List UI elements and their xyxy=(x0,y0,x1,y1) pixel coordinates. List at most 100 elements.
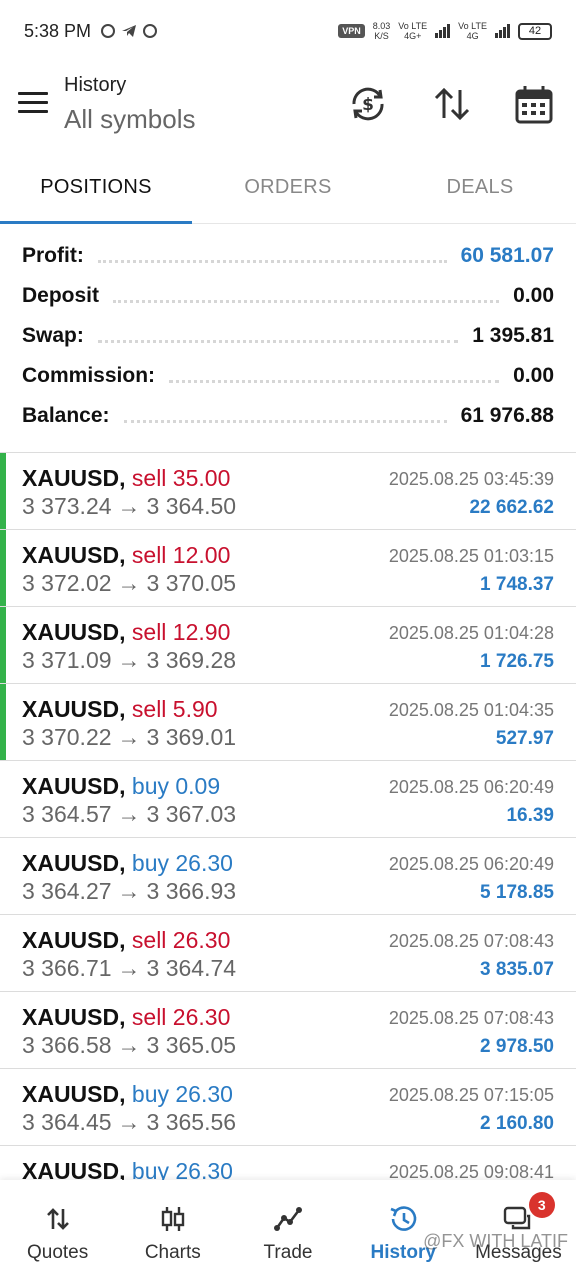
summary-value: 60 581.07 xyxy=(460,244,554,267)
summary-value: 61 976.88 xyxy=(460,404,554,427)
position-row[interactable]: XAUUSD, buy 0.09 3 364.57 → 3 367.03 2025.… xyxy=(0,760,576,837)
position-row[interactable]: XAUUSD, sell 26.30 3 366.71 → 3 364.74 202… xyxy=(0,914,576,991)
charts-icon xyxy=(161,1207,184,1231)
nav-quotes[interactable]: Quotes xyxy=(0,1180,115,1280)
position-time: 2025.08.25 07:15:05 xyxy=(388,1085,554,1105)
position-symbol: XAUUSD, xyxy=(22,927,126,953)
open-price: 3 370.22 xyxy=(22,724,112,750)
position-symbol: XAUUSD, xyxy=(22,619,126,645)
symbol-filter[interactable]: All symbols xyxy=(64,104,195,135)
position-symbol: XAUUSD, xyxy=(22,542,126,568)
menu-icon[interactable] xyxy=(18,92,48,114)
summary-value: 0.00 xyxy=(513,364,554,387)
position-volume: buy 0.09 xyxy=(131,773,221,799)
summary-label: Commission: xyxy=(22,364,156,387)
position-time: 2025.08.25 03:45:39 xyxy=(388,469,554,489)
open-price: 3 371.09 xyxy=(22,647,112,673)
position-time: 2025.08.25 01:03:15 xyxy=(388,546,554,566)
position-volume: sell 35.00 xyxy=(131,465,231,491)
sim1-type: 4G+ xyxy=(404,31,422,41)
position-row[interactable]: XAUUSD, buy 26.30 3 364.45 → 3 365.56 2025… xyxy=(0,1068,576,1145)
close-price: 3 366.93 xyxy=(146,878,237,904)
open-price: 3 372.02 xyxy=(22,570,112,596)
sort-icon[interactable] xyxy=(430,82,474,126)
unread-badge: 3 xyxy=(528,1192,555,1218)
nav-label: Quotes xyxy=(26,1242,89,1263)
position-profit: 16.39 xyxy=(506,805,554,826)
position-row[interactable]: XAUUSD, sell 35.00 3 373.24 → 3 364.50 202… xyxy=(0,452,576,529)
position-row[interactable]: XAUUSD, sell 26.30 3 366.58 → 3 365.05 202… xyxy=(0,991,576,1068)
status-time: 5:38 PM xyxy=(24,20,92,41)
dotted-leader xyxy=(97,339,459,343)
position-volume: buy 26.30 xyxy=(131,850,233,876)
position-profit: 22 662.62 xyxy=(469,497,554,518)
arrow-icon: → xyxy=(117,878,141,904)
position-profit: 527.97 xyxy=(495,728,554,749)
position-profit: 2 978.50 xyxy=(480,1036,554,1057)
close-price: 3 369.28 xyxy=(146,647,237,673)
summary-row-commission: Commission: 0.00 xyxy=(0,356,576,396)
nav-messages[interactable]: Messages 3 xyxy=(461,1180,576,1280)
history-tabs: POSITIONS ORDERS DEALS xyxy=(0,154,576,224)
position-symbol: XAUUSD, xyxy=(22,465,126,491)
position-time: 2025.08.25 01:04:28 xyxy=(388,623,554,643)
position-volume: buy 26.30 xyxy=(131,1081,233,1107)
open-price: 3 364.45 xyxy=(22,1109,112,1135)
positions-list: XAUUSD, sell 35.00 3 373.24 → 3 364.50 202… xyxy=(0,452,576,1222)
nav-charts[interactable]: Charts xyxy=(115,1180,230,1280)
position-time: 2025.08.25 06:20:49 xyxy=(388,777,554,797)
summary-label: Deposit xyxy=(22,284,100,307)
nav-trade[interactable]: Trade xyxy=(230,1180,345,1280)
calendar-icon[interactable] xyxy=(512,82,556,126)
position-row[interactable]: XAUUSD, buy 26.30 3 364.27 → 3 366.93 2025… xyxy=(0,837,576,914)
position-volume: sell 12.90 xyxy=(131,619,231,645)
sim1-label: Vo LTE xyxy=(398,21,428,31)
open-price: 3 364.27 xyxy=(22,878,112,904)
status-bar: 5:38 PM VPN 8.03 K/S Vo LTE 4G+ Vo LTE 4… xyxy=(0,0,576,62)
page-title: History xyxy=(64,74,127,96)
position-time: 2025.08.25 07:08:43 xyxy=(388,931,554,951)
position-row[interactable]: XAUUSD, sell 5.90 3 370.22 → 3 369.01 2025… xyxy=(0,683,576,760)
dotted-leader xyxy=(113,299,500,303)
close-price: 3 370.05 xyxy=(146,570,237,596)
speed-unit: K/S xyxy=(374,31,389,41)
sim2-label: Vo LTE xyxy=(458,21,487,31)
arrow-icon: → xyxy=(117,1032,141,1058)
open-price: 3 366.58 xyxy=(22,1032,112,1058)
nav-label: Charts xyxy=(144,1242,201,1263)
tab-orders[interactable]: ORDERS xyxy=(192,154,384,223)
position-profit: 3 835.07 xyxy=(480,959,554,980)
tab-positions[interactable]: POSITIONS xyxy=(0,154,192,224)
position-time: 2025.08.25 06:20:49 xyxy=(388,854,554,874)
tab-deals[interactable]: DEALS xyxy=(384,154,576,223)
nav-history[interactable]: History xyxy=(346,1180,461,1280)
position-profit: 1 748.37 xyxy=(480,574,554,595)
trade-icon xyxy=(274,1207,302,1231)
position-symbol: XAUUSD, xyxy=(22,696,126,722)
currency-refresh-icon[interactable]: $ xyxy=(346,82,390,126)
chrome-icon xyxy=(143,24,158,38)
close-price: 3 364.50 xyxy=(146,493,237,519)
arrow-icon: → xyxy=(117,570,141,596)
summary-row-deposit: Deposit 0.00 xyxy=(0,276,576,316)
position-row[interactable]: XAUUSD, sell 12.90 3 371.09 → 3 369.28 202… xyxy=(0,606,576,683)
position-time: 2025.08.25 01:04:35 xyxy=(388,700,554,720)
sim1-network: Vo LTE 4G+ xyxy=(398,21,427,41)
watermark: @FX WITH LATIF xyxy=(423,1231,568,1251)
network-speed: 8.03 K/S xyxy=(373,21,391,41)
close-price: 3 365.56 xyxy=(146,1109,237,1135)
summary-value: 0.00 xyxy=(513,284,554,307)
arrow-icon: → xyxy=(117,493,141,519)
status-system-icons: VPN 8.03 K/S Vo LTE 4G+ Vo LTE 4G 42 xyxy=(338,21,552,41)
summary-row-balance: Balance: 61 976.88 xyxy=(0,396,576,436)
position-row[interactable]: XAUUSD, sell 12.00 3 372.02 → 3 370.05 202… xyxy=(0,529,576,606)
arrow-icon: → xyxy=(117,1109,141,1135)
sim2-network: Vo LTE 4G xyxy=(458,21,487,41)
position-volume: sell 26.30 xyxy=(131,927,231,953)
summary-label: Balance: xyxy=(22,404,110,427)
arrow-icon: → xyxy=(117,801,141,827)
telegram-icon xyxy=(122,25,137,37)
summary-label: Profit: xyxy=(22,244,84,267)
position-symbol: XAUUSD, xyxy=(22,1004,126,1030)
nav-label: Trade xyxy=(263,1242,313,1263)
